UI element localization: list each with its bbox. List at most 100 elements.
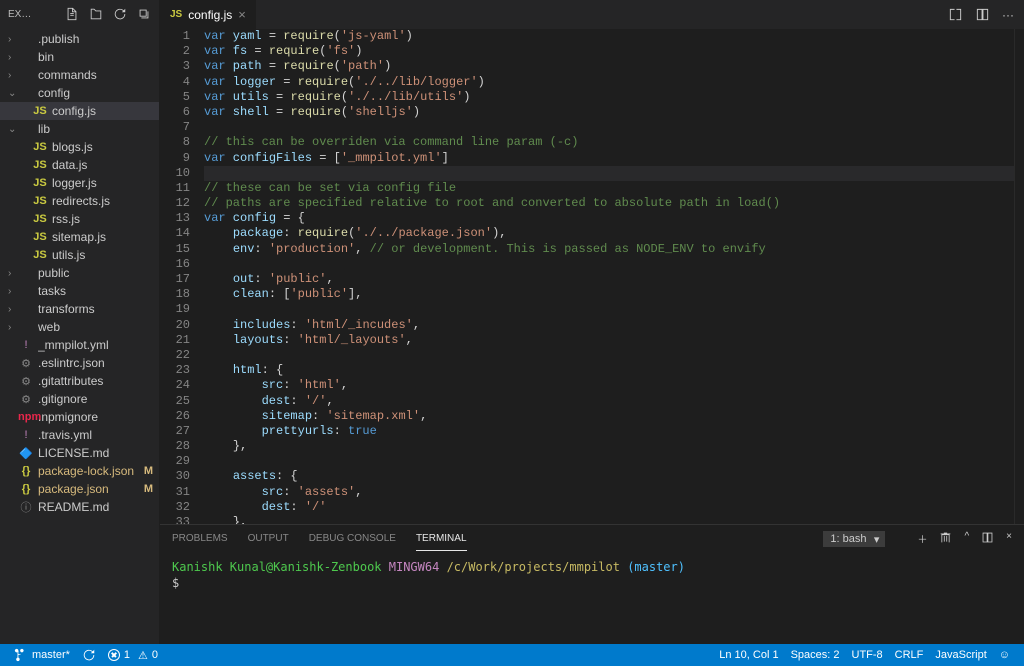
tree-label: .gitattributes	[38, 374, 159, 388]
file-type-icon: !	[18, 339, 34, 351]
tree-label: package-lock.json	[38, 464, 144, 478]
file-type-icon: JS	[32, 195, 48, 207]
collapse-all-icon[interactable]	[137, 7, 151, 21]
status-eol[interactable]: CRLF	[889, 644, 930, 666]
tree-file[interactable]: JSutils.js	[0, 246, 159, 264]
status-lncol[interactable]: Ln 10, Col 1	[713, 644, 784, 666]
compare-changes-icon[interactable]	[948, 7, 963, 22]
status-sync[interactable]	[76, 644, 102, 666]
panel-tab-output[interactable]: OUTPUT	[248, 527, 289, 550]
terminal-path: /c/Work/projects/mmpilot	[447, 560, 620, 574]
tree-label: blogs.js	[52, 140, 159, 154]
file-type-icon: {}	[18, 465, 34, 477]
terminal-user: Kanishk Kunal@Kanishk-Zenbook	[172, 560, 382, 574]
tab-label: config.js	[188, 8, 232, 22]
tree-label: rss.js	[52, 212, 159, 226]
panel-tab-problems[interactable]: PROBLEMS	[172, 527, 228, 550]
tree-file[interactable]: JS rss.js	[0, 210, 159, 228]
tree-label: utils.js	[52, 248, 159, 262]
file-type-icon: ⚙	[18, 357, 34, 370]
chevron-icon: ›	[8, 268, 18, 279]
tree-folder[interactable]: ›bin	[0, 48, 159, 66]
tree-file[interactable]: ⚙ .gitattributes	[0, 372, 159, 390]
tree-label: transforms	[38, 302, 159, 316]
git-modified-badge: M	[144, 465, 153, 477]
terminal-cursor-line: $	[172, 575, 1012, 591]
file-type-icon: ⓘ	[18, 499, 34, 515]
tree-file[interactable]: !_mmpilot.yml	[0, 336, 159, 354]
terminal[interactable]: Kanishk Kunal@Kanishk-Zenbook MINGW64 /c…	[160, 553, 1024, 644]
file-type-icon: JS	[32, 159, 48, 171]
tree-file[interactable]: JSconfig.js	[0, 102, 159, 120]
tree-label: logger.js	[52, 176, 159, 190]
close-icon[interactable]: ×	[238, 7, 246, 22]
minimap[interactable]	[1014, 29, 1024, 524]
error-icon	[108, 649, 120, 661]
file-tree[interactable]: ›.publish›bin›commands⌄configJSconfig.js…	[0, 28, 159, 644]
tree-file[interactable]: npm.npmignore	[0, 408, 159, 426]
file-type-icon: ⚙	[18, 375, 34, 388]
status-branch[interactable]: master*	[8, 644, 76, 666]
status-problems[interactable]: 1 ⚠ 0	[102, 644, 164, 666]
new-file-icon[interactable]	[65, 7, 79, 21]
file-type-icon: 🔷	[18, 447, 34, 460]
tree-file[interactable]: 🔷LICENSE.md	[0, 444, 159, 462]
tree-file[interactable]: ⚙.gitignore	[0, 390, 159, 408]
status-indent[interactable]: Spaces: 2	[785, 644, 846, 666]
new-terminal-icon[interactable]: ＋	[917, 531, 927, 546]
file-type-icon: JS	[32, 105, 48, 117]
panel-split-icon[interactable]	[981, 531, 994, 546]
tree-file[interactable]: JSsitemap.js	[0, 228, 159, 246]
tree-label: .eslintrc.json	[38, 356, 159, 370]
tree-file[interactable]: JSdata.js	[0, 156, 159, 174]
tree-folder[interactable]: ⌄lib	[0, 120, 159, 138]
chevron-icon: ›	[8, 286, 18, 297]
tree-folder[interactable]: ›transforms	[0, 300, 159, 318]
terminal-sys: MINGW64	[389, 560, 440, 574]
tree-label: README.md	[38, 500, 159, 514]
tree-file[interactable]: ⚙ .eslintrc.json	[0, 354, 159, 372]
maximize-panel-icon[interactable]: ^	[964, 531, 969, 546]
tree-file[interactable]: JSlogger.js	[0, 174, 159, 192]
split-editor-icon[interactable]	[975, 7, 990, 22]
code-content[interactable]: var yaml = require('js-yaml')var fs = re…	[204, 29, 1014, 524]
kill-terminal-icon[interactable]	[939, 531, 952, 546]
status-feedback-icon[interactable]: ☺	[993, 644, 1016, 666]
tree-folder[interactable]: ›public	[0, 264, 159, 282]
chevron-icon: ›	[8, 34, 18, 45]
editor-tabbar: JS config.js × ···	[160, 0, 1024, 29]
status-language[interactable]: JavaScript	[929, 644, 992, 666]
close-panel-icon[interactable]: ×	[1006, 531, 1012, 546]
tree-file[interactable]: !.travis.yml	[0, 426, 159, 444]
tree-label: commands	[38, 68, 159, 82]
tab-config-js[interactable]: JS config.js ×	[160, 0, 257, 29]
tree-folder[interactable]: › .publish	[0, 30, 159, 48]
tree-label: tasks	[38, 284, 159, 298]
tree-file[interactable]: JSblogs.js	[0, 138, 159, 156]
more-actions-icon[interactable]: ···	[1002, 8, 1014, 22]
file-type-icon: JS	[32, 213, 48, 225]
tree-label: package.json	[38, 482, 144, 496]
refresh-icon[interactable]	[113, 7, 127, 21]
tree-file[interactable]: ⓘ README.md	[0, 498, 159, 516]
tree-label: redirects.js	[52, 194, 159, 208]
chevron-icon: ⌄	[8, 88, 18, 99]
status-encoding[interactable]: UTF-8	[846, 644, 889, 666]
tree-label: .npmignore	[38, 410, 159, 424]
tree-folder[interactable]: ›web	[0, 318, 159, 336]
tree-file[interactable]: {}package.jsonM	[0, 480, 159, 498]
new-folder-icon[interactable]	[89, 7, 103, 21]
tree-folder[interactable]: ›commands	[0, 66, 159, 84]
chevron-icon: ›	[8, 52, 18, 63]
panel-tab-debug-console[interactable]: DEBUG CONSOLE	[309, 527, 396, 550]
code-editor[interactable]: 1234567891011121314151617181920212223242…	[160, 29, 1024, 524]
tree-label: web	[38, 320, 159, 334]
tree-label: .travis.yml	[38, 428, 159, 442]
tree-file[interactable]: JS redirects.js	[0, 192, 159, 210]
tree-label: .publish	[38, 32, 159, 46]
tree-file[interactable]: {} package-lock.jsonM	[0, 462, 159, 480]
terminal-selector[interactable]: 1: bash	[823, 531, 885, 547]
panel-tab-terminal[interactable]: TERMINAL	[416, 527, 467, 551]
tree-folder[interactable]: ⌄config	[0, 84, 159, 102]
tree-folder[interactable]: › tasks	[0, 282, 159, 300]
